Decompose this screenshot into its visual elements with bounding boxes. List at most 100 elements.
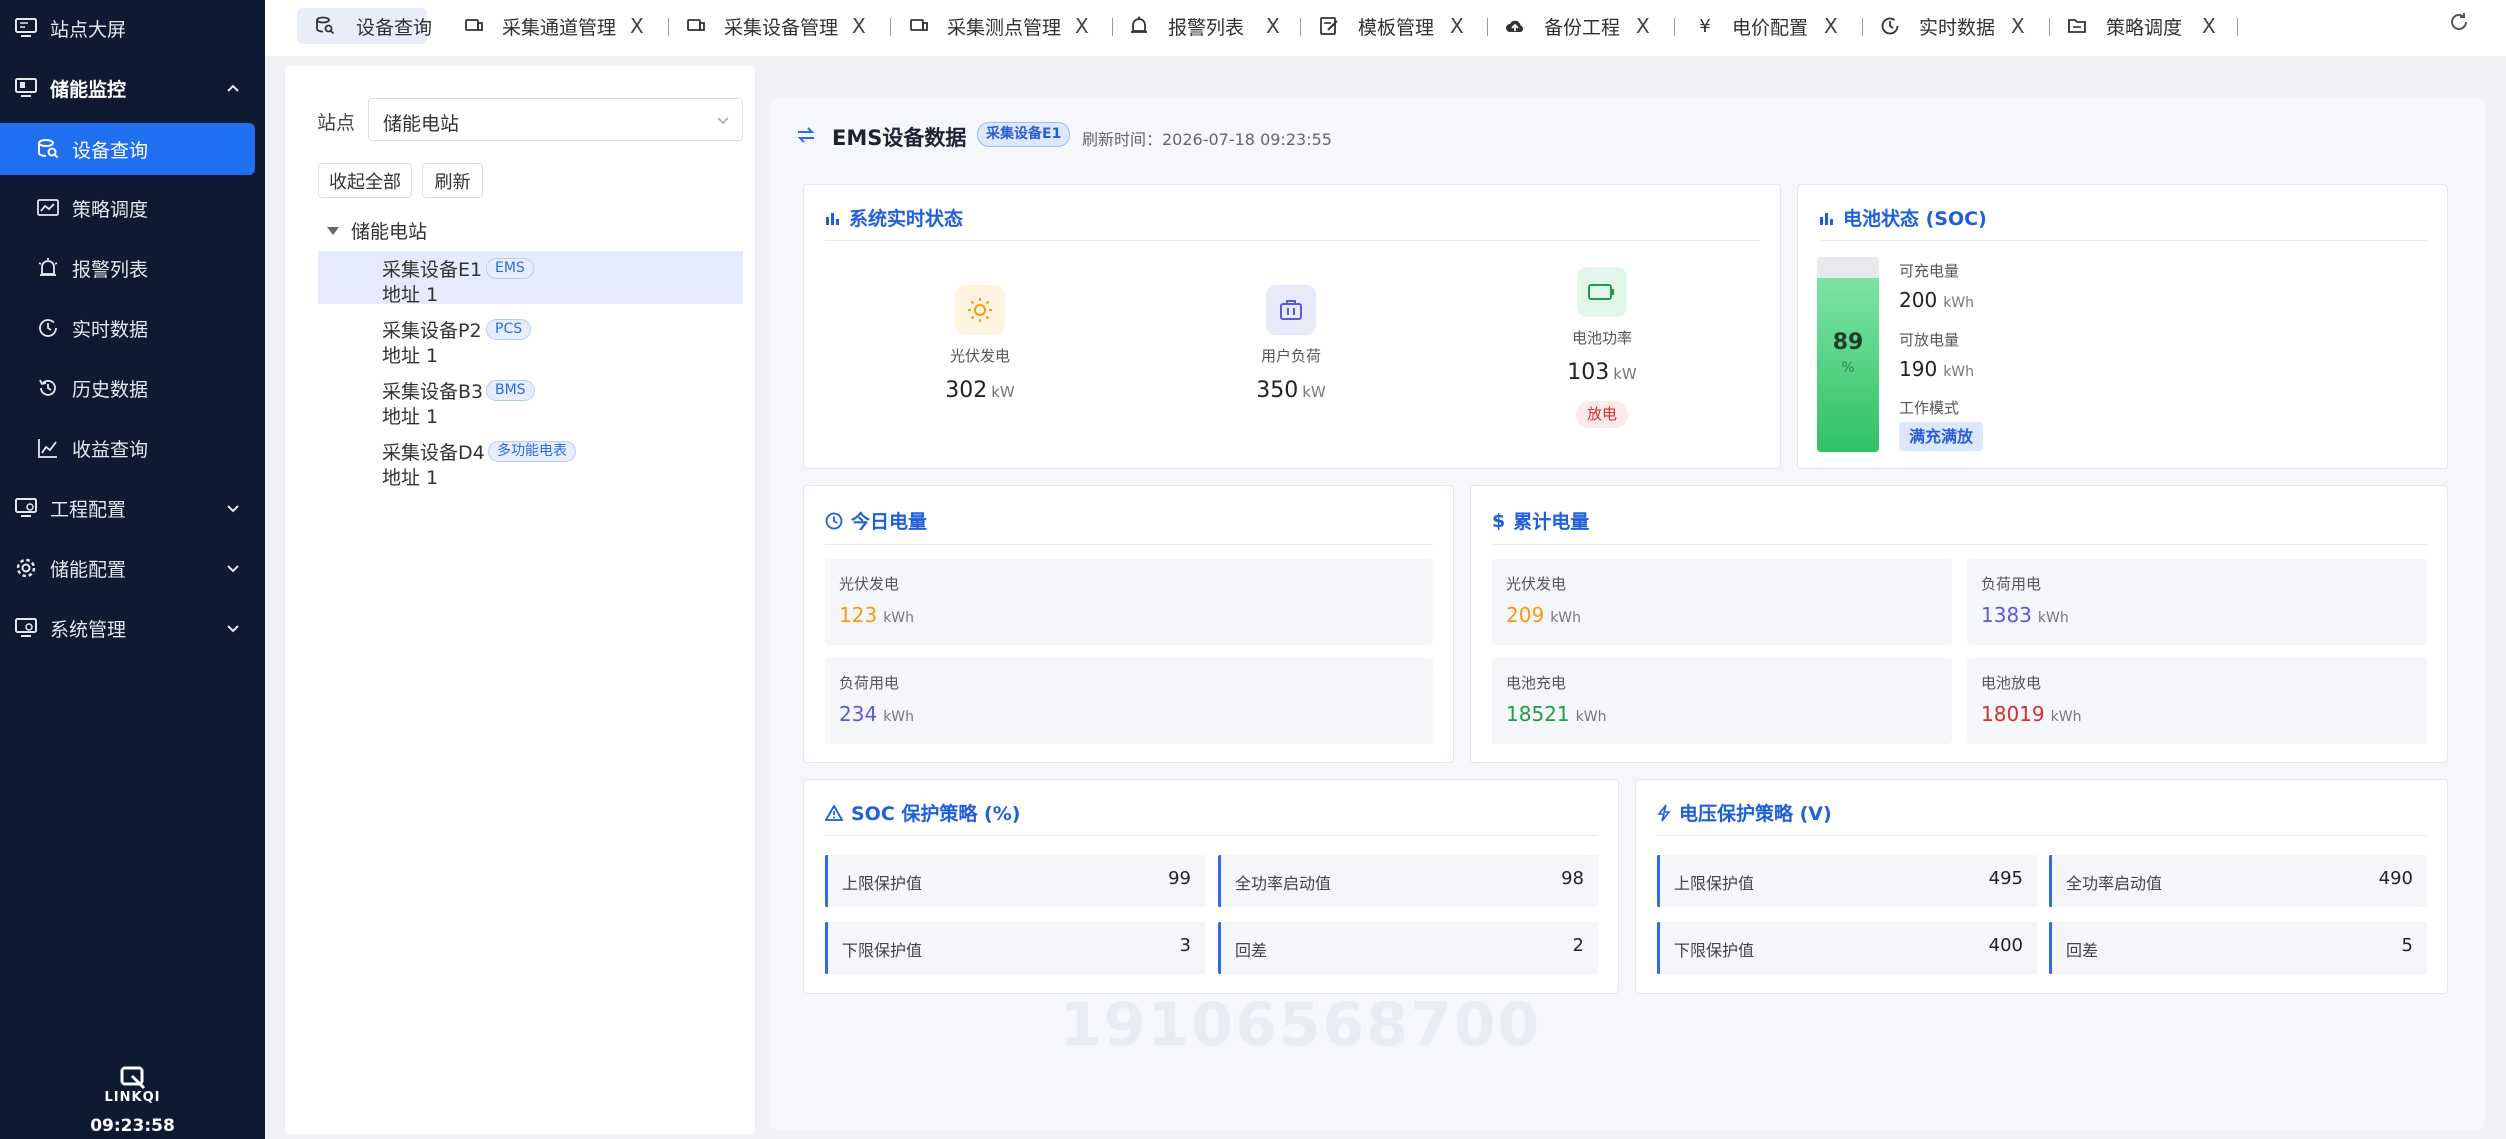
total-charge-box: 电池充电 18521 kWh	[1492, 658, 1952, 744]
page-title: EMS设备数据	[832, 126, 967, 150]
tree-node-e1[interactable]: 采集设备E1 EMS 地址 1	[318, 251, 743, 306]
lightning-icon	[1657, 804, 1671, 821]
tab-divider	[1674, 18, 1675, 36]
battery-icon	[1577, 267, 1627, 317]
swap-icon	[797, 127, 815, 143]
project-icon	[14, 496, 38, 520]
sun-icon	[955, 285, 1005, 335]
today-pv-box: 光伏发电 123 kWh	[825, 559, 1433, 645]
sidebar-item-alarm-list[interactable]: 报警列表	[0, 242, 265, 294]
tab-divider	[2237, 18, 2238, 36]
soc-diff-row: 回差 2	[1218, 922, 1598, 974]
collapse-all-button[interactable]: 收起全部	[318, 163, 412, 198]
close-icon[interactable]: X	[2011, 14, 2025, 38]
search-db-icon	[316, 16, 335, 35]
tree-node-p2[interactable]: 采集设备P2 PCS 地址 1	[318, 312, 743, 367]
sidebar-item-storage-monitor[interactable]: 储能监控	[0, 62, 265, 114]
battery-power-value: 103 kW	[1567, 360, 1637, 385]
soc-upper-row: 上限保护值 99	[825, 855, 1205, 907]
device-badge: 采集设备E1	[977, 122, 1071, 147]
device-type-badge: BMS	[486, 380, 535, 401]
tab-divider	[1487, 18, 1488, 36]
tab-strategy[interactable]: 策略调度 X	[2064, 8, 2244, 44]
close-icon[interactable]: X	[1450, 14, 1464, 38]
warning-icon	[825, 804, 843, 821]
watermark: 19106568700	[1060, 990, 1542, 1060]
logo-icon	[120, 1066, 145, 1090]
line-chart-icon	[36, 436, 60, 460]
pv-power-value: 302 kW	[945, 378, 1015, 403]
tab-divider	[668, 18, 669, 36]
card-title: SOC 保护策略 (%)	[825, 799, 1020, 826]
tree-node-b3[interactable]: 采集设备B3 BMS 地址 1	[318, 373, 743, 428]
history-icon	[36, 376, 60, 400]
cloud-upload-icon	[1506, 20, 1524, 32]
close-icon[interactable]: X	[1266, 14, 1280, 38]
total-load-box: 负荷用电 1383 kWh	[1967, 559, 2427, 645]
logo-text: LINKQI	[104, 1090, 161, 1105]
chevron-down-icon	[222, 557, 244, 579]
sidebar-item-station-screen[interactable]: 站点大屏	[0, 2, 265, 54]
close-icon[interactable]: X	[852, 14, 866, 38]
tab-divider	[890, 18, 891, 36]
folder-icon	[2068, 19, 2086, 33]
work-mode-badge: 满充满放	[1899, 422, 1984, 451]
sidebar-item-storage-config[interactable]: 储能配置	[0, 542, 265, 594]
divider	[1657, 835, 2427, 836]
alarm-icon	[1131, 16, 1147, 33]
tab-realtime-data[interactable]: 实时数据 X	[1877, 8, 2037, 44]
tree-root-station[interactable]: 储能电站	[327, 217, 427, 244]
tab-template-manage[interactable]: 模板管理 X	[1316, 8, 1476, 44]
close-icon[interactable]: X	[1075, 14, 1089, 38]
briefcase-icon	[1266, 285, 1316, 335]
sidebar-item-strategy[interactable]: 策略调度	[0, 182, 265, 234]
monitor-icon	[14, 16, 38, 40]
divider	[1492, 544, 2427, 545]
chevron-down-icon	[222, 617, 244, 639]
refresh-time: 刷新时间：2026-07-18 09:23:55	[1082, 130, 1332, 149]
device-icon	[910, 19, 928, 31]
device-type-badge: 多功能电表	[488, 441, 576, 462]
refresh-icon[interactable]	[2447, 10, 2471, 34]
tab-alarm-list[interactable]: 报警列表 X	[1126, 8, 1286, 44]
station-select[interactable]: 储能电站	[368, 98, 743, 141]
close-icon[interactable]: X	[1636, 14, 1650, 38]
tab-backup-project[interactable]: 备份工程 X	[1502, 8, 1662, 44]
divider	[1819, 240, 2427, 241]
chevron-down-icon	[717, 117, 729, 125]
sidebar-item-project-config[interactable]: 工程配置	[0, 482, 265, 534]
close-icon[interactable]: X	[630, 14, 644, 38]
tab-device-manage[interactable]: 采集设备管理 X	[682, 8, 872, 44]
today-load-box: 负荷用电 234 kWh	[825, 658, 1433, 744]
total-pv-box: 光伏发电 209 kWh	[1492, 559, 1952, 645]
chevron-down-icon	[222, 497, 244, 519]
tab-channel-manage[interactable]: 采集通道管理 X	[460, 8, 650, 44]
volt-full-row: 全功率启动值 490	[2049, 855, 2427, 907]
station-label: 站点	[317, 112, 356, 134]
divider	[825, 544, 1433, 545]
total-discharge-box: 电池放电 18019 kWh	[1967, 658, 2427, 744]
dollar-icon: $	[1492, 509, 1506, 532]
clock-icon	[1881, 17, 1899, 35]
discharge-badge: 放电	[1576, 401, 1628, 428]
soc-full-row: 全功率启动值 98	[1218, 855, 1598, 907]
sidebar-item-history-data[interactable]: 历史数据	[0, 362, 265, 414]
search-db-icon	[36, 137, 60, 161]
sidebar-item-system-manage[interactable]: 系统管理	[0, 602, 265, 654]
tab-device-query[interactable]: 设备查询	[297, 8, 432, 44]
close-icon[interactable]: X	[2202, 14, 2216, 38]
dischargeable-value: 190 kWh	[1899, 357, 1975, 381]
tab-point-manage[interactable]: 采集测点管理 X	[905, 8, 1095, 44]
chargeable-value: 200 kWh	[1899, 288, 1975, 312]
tab-price-config[interactable]: ¥ 电价配置 X	[1690, 8, 1850, 44]
sidebar-item-revenue[interactable]: 收益查询	[0, 422, 265, 474]
device-type-badge: EMS	[486, 258, 534, 279]
sidebar-item-device-query[interactable]: 设备查询	[0, 123, 255, 175]
sidebar-item-realtime-data[interactable]: 实时数据	[0, 302, 265, 354]
refresh-button[interactable]: 刷新	[422, 163, 483, 198]
template-icon	[1320, 17, 1338, 35]
tree-node-d4[interactable]: 采集设备D4 多功能电表 地址 1	[318, 434, 743, 489]
device-icon	[465, 19, 483, 31]
close-icon[interactable]: X	[1824, 14, 1838, 38]
soc-value: 89	[1832, 330, 1864, 355]
